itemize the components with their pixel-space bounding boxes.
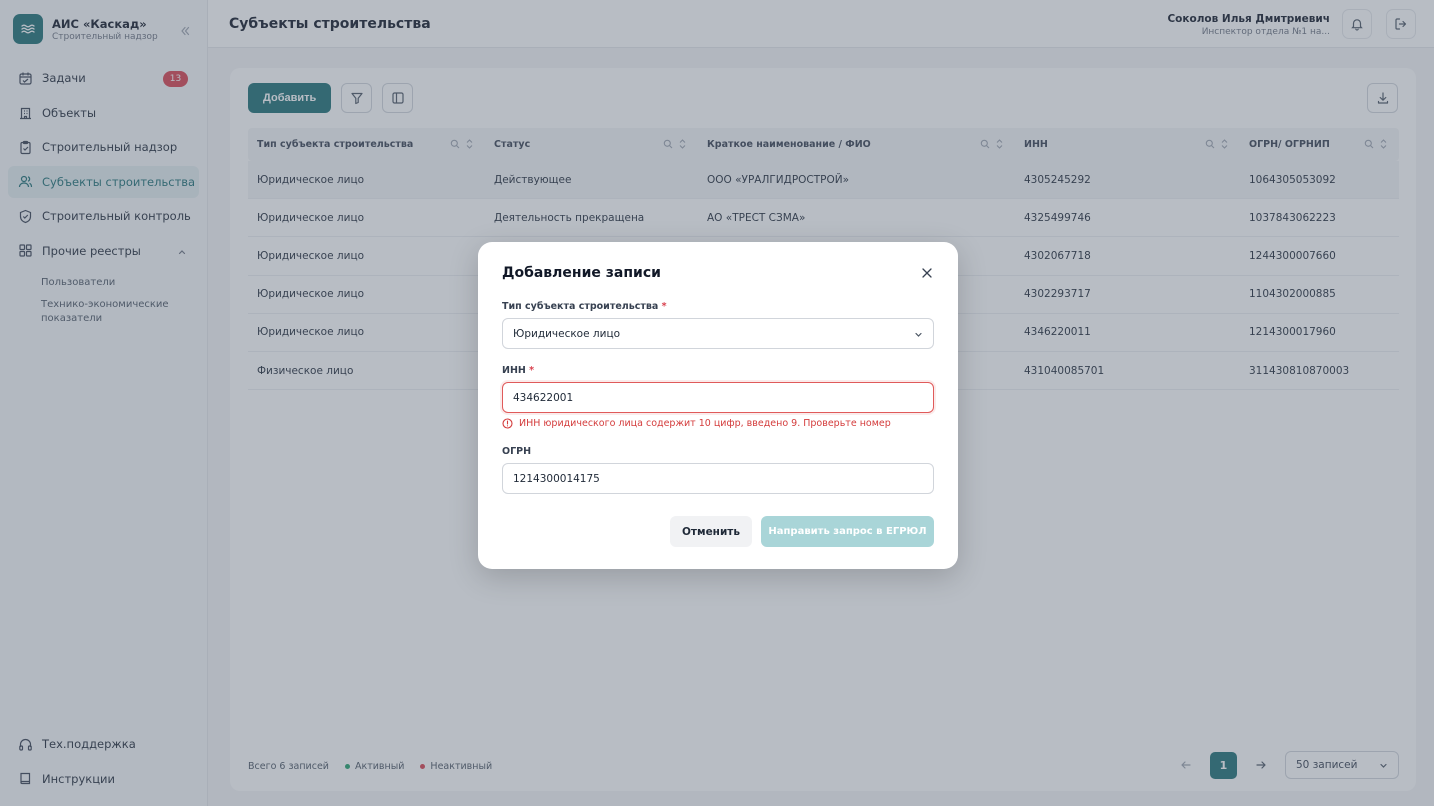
required-mark: * (529, 365, 535, 376)
alert-circle-icon (502, 418, 513, 429)
modal-title: Добавление записи (502, 265, 661, 281)
ogrn-input[interactable]: 1214300014175 (502, 463, 934, 494)
inn-input[interactable]: 434622001 (502, 382, 934, 413)
ogrn-value: 1214300014175 (513, 472, 600, 485)
subject-type-label-text: Тип субъекта строительства (502, 301, 659, 312)
cancel-button[interactable]: Отменить (670, 516, 752, 547)
subject-type-select[interactable]: Юридическое лицо (502, 318, 934, 349)
send-egrul-request-button[interactable]: Направить запрос в ЕГРЮЛ (761, 516, 934, 547)
required-mark: * (661, 301, 667, 312)
add-record-modal: Добавление записи Тип субъекта строитель… (478, 242, 958, 569)
inn-error-message: ИНН юридического лица содержит 10 цифр, … (502, 418, 891, 429)
inn-error-text: ИНН юридического лица содержит 10 цифр, … (519, 418, 891, 429)
inn-label: ИНН * (502, 365, 534, 376)
subject-type-label: Тип субъекта строительства * (502, 301, 667, 312)
subject-type-value: Юридическое лицо (513, 327, 621, 340)
close-icon[interactable] (920, 266, 934, 280)
inn-value: 434622001 (513, 391, 574, 404)
chevron-down-icon (914, 330, 923, 339)
inn-label-text: ИНН (502, 365, 526, 376)
ogrn-label: ОГРН (502, 446, 532, 457)
